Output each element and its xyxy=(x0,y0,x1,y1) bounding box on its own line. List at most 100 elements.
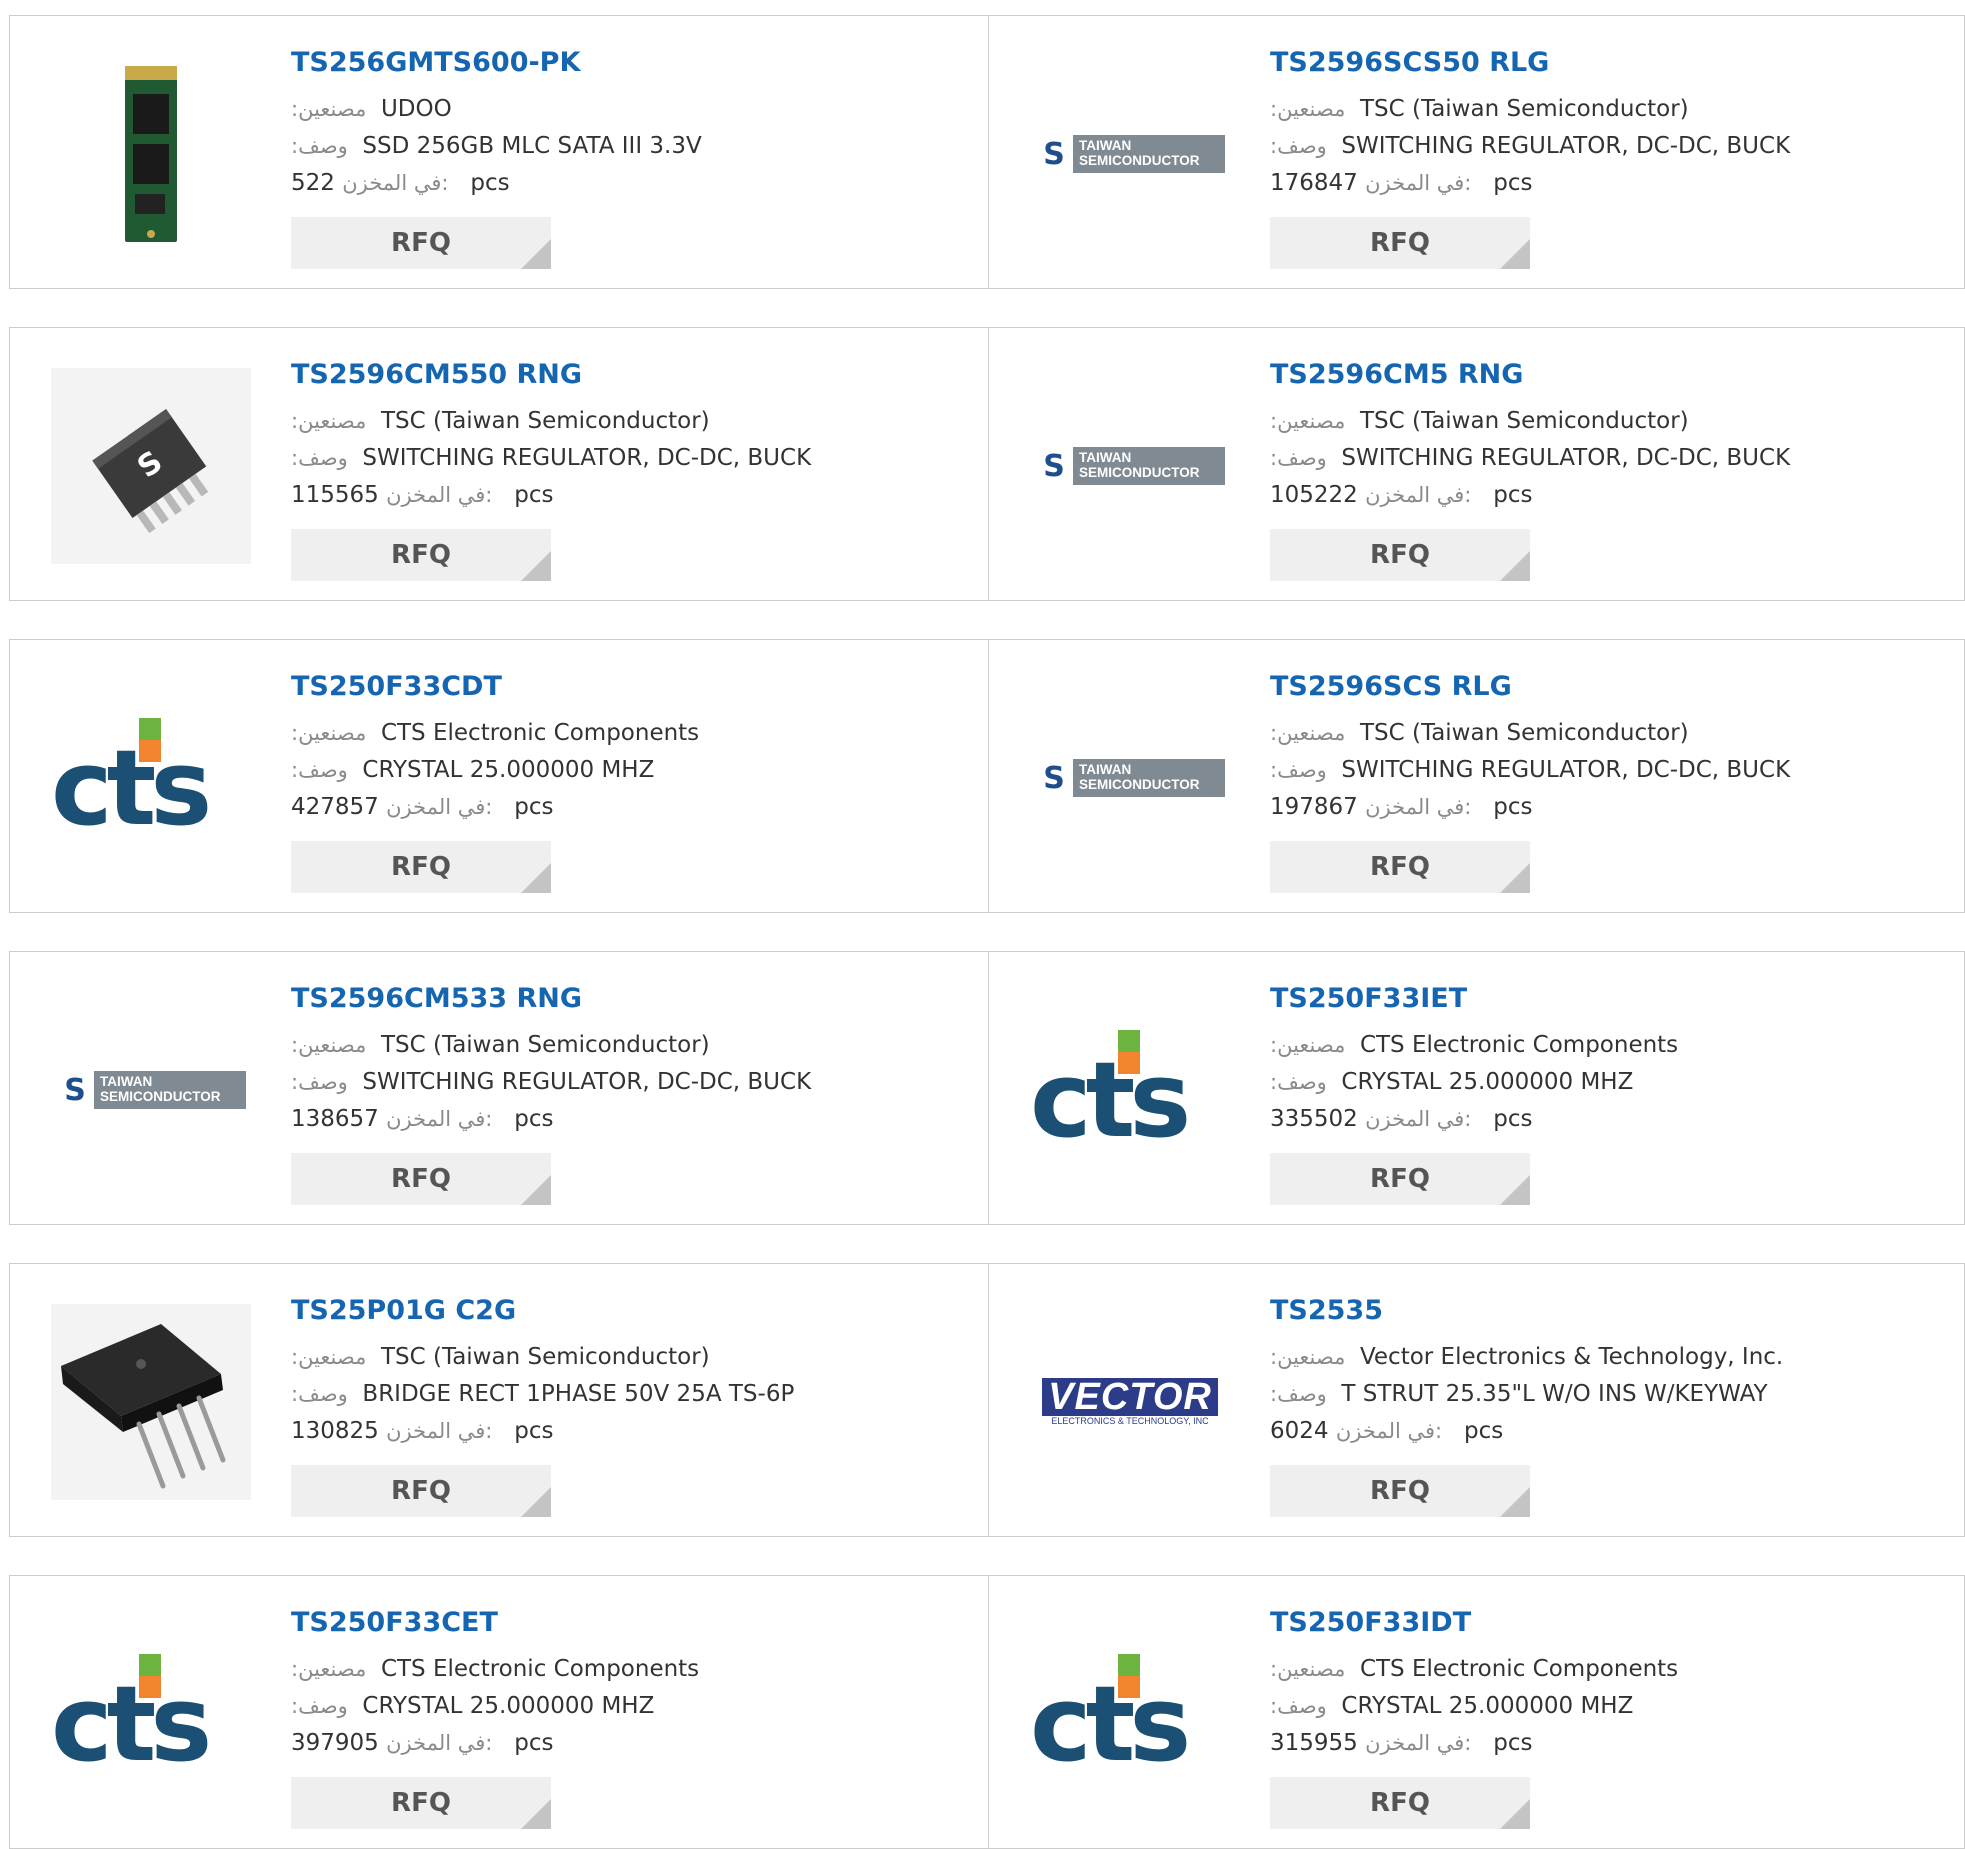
part-number-link[interactable]: TS2535 xyxy=(1270,1294,1930,1328)
stock-label: في المخزن: xyxy=(1365,171,1472,195)
manufacturer-label: :مصنعين xyxy=(1270,1033,1346,1057)
part-number-link[interactable]: TS2596SCS50 RLG xyxy=(1270,46,1930,80)
product-info: TS250F33CET :مصنعين CTS Electronic Compo… xyxy=(291,1606,951,1762)
product-card: S TAIWAN SEMICONDUCTOR TS2596SCS RLG :مصن… xyxy=(988,640,1965,912)
part-number-link[interactable]: TS250F33CDT xyxy=(291,670,951,704)
product-row: TS25P01G C2G :مصنعين TSC (Taiwan Semicon… xyxy=(9,1263,1965,1537)
manufacturer-row: :مصنعين CTS Electronic Components xyxy=(291,715,951,752)
corner-triangle-icon xyxy=(521,551,551,581)
description-label: :وصف xyxy=(1270,446,1327,470)
manufacturer-value: CTS Electronic Components xyxy=(380,1656,700,1682)
cts-logo: cts xyxy=(1030,1030,1230,1152)
corner-triangle-icon xyxy=(521,863,551,893)
part-number-link[interactable]: TS2596CM5 RNG xyxy=(1270,358,1930,392)
manufacturer-value: Vector Electronics & Technology, Inc. xyxy=(1359,1344,1784,1370)
stock-label: في المخزن: xyxy=(1365,1731,1472,1755)
stock-label: في المخزن: xyxy=(1335,1419,1443,1443)
corner-triangle-icon xyxy=(1500,1799,1530,1829)
part-number-link[interactable]: TS250F33CET xyxy=(291,1606,951,1640)
manufacturer-label: :مصنعين xyxy=(291,1033,367,1057)
part-number-link[interactable]: TS25P01G C2G xyxy=(291,1294,951,1328)
product-info: TS256GMTS600-PK :مصنعين UDOO :وصف SSD 25… xyxy=(291,46,951,202)
manufacturer-value: CTS Electronic Components xyxy=(380,720,700,746)
stock-row: 522 في المخزن: pcs xyxy=(291,165,951,202)
rfq-button[interactable]: RFQ xyxy=(291,841,551,893)
description-label: :وصف xyxy=(1270,134,1327,158)
stock-label: في المخزن: xyxy=(386,795,493,819)
ts-mark-glyph: S xyxy=(1043,760,1065,796)
cts-logo: cts xyxy=(51,1654,251,1776)
cts-logo: cts xyxy=(1030,1654,1230,1776)
manufacturer-row: :مصنعين TSC (Taiwan Semiconductor) xyxy=(1270,715,1930,752)
rfq-button[interactable]: RFQ xyxy=(1270,1153,1530,1205)
part-number-link[interactable]: TS2596SCS RLG xyxy=(1270,670,1930,704)
ssd-image xyxy=(125,66,177,242)
product-card: TS256GMTS600-PK :مصنعين UDOO :وصف SSD 25… xyxy=(10,16,988,288)
part-number-link[interactable]: TS250F33IDT xyxy=(1270,1606,1930,1640)
manufacturer-value: TSC (Taiwan Semiconductor) xyxy=(1359,720,1689,746)
description-row: :وصف CRYSTAL 25.000000 MHZ xyxy=(291,1688,951,1725)
description-value: T STRUT 25.35"L W/O INS W/KEYWAY xyxy=(1341,1381,1768,1407)
taiwan-semiconductor-logo: S TAIWAN SEMICONDUCTOR xyxy=(56,1071,246,1109)
product-image[interactable] xyxy=(51,1304,251,1500)
stock-label: في المخزن: xyxy=(386,483,493,507)
manufacturer-label: :مصنعين xyxy=(291,1345,367,1369)
product-info: TS250F33IDT :مصنعين CTS Electronic Compo… xyxy=(1270,1606,1930,1762)
rfq-label: RFQ xyxy=(1370,540,1430,570)
manufacturer-label: :مصنعين xyxy=(291,409,367,433)
description-row: :وصف SSD 256GB MLC SATA III 3.3V xyxy=(291,128,951,165)
product-image[interactable]: cts xyxy=(51,1616,251,1812)
rfq-button[interactable]: RFQ xyxy=(1270,1465,1530,1517)
part-number-link[interactable]: TS256GMTS600-PK xyxy=(291,46,951,80)
product-image[interactable]: cts xyxy=(1030,992,1230,1188)
rfq-button[interactable]: RFQ xyxy=(1270,1777,1530,1829)
manufacturer-label: :مصنعين xyxy=(1270,1657,1346,1681)
stock-value: 130825 xyxy=(291,1418,379,1444)
product-card: cts TS250F33IDT :مصنعين CTS Electronic C… xyxy=(988,1576,1965,1848)
product-image[interactable]: VECTOR ELECTRONICS & TECHNOLOGY, INC xyxy=(1030,1304,1230,1500)
rfq-button[interactable]: RFQ xyxy=(291,1777,551,1829)
manufacturer-label: :مصنعين xyxy=(291,1657,367,1681)
product-image[interactable]: S TAIWAN SEMICONDUCTOR xyxy=(1030,368,1230,564)
corner-triangle-icon xyxy=(521,1175,551,1205)
manufacturer-row: :مصنعين UDOO xyxy=(291,91,951,128)
product-card: S TS2596CM550 RNG :مصنعين TSC (Taiwan Se… xyxy=(10,328,988,600)
rfq-button[interactable]: RFQ xyxy=(1270,217,1530,269)
rfq-button[interactable]: RFQ xyxy=(291,217,551,269)
rfq-button[interactable]: RFQ xyxy=(291,1465,551,1517)
description-label: :وصف xyxy=(1270,1694,1327,1718)
corner-triangle-icon xyxy=(521,239,551,269)
product-card: cts TS250F33CET :مصنعين CTS Electronic C… xyxy=(10,1576,988,1848)
description-value: CRYSTAL 25.000000 MHZ xyxy=(1341,1069,1634,1095)
product-image[interactable]: cts xyxy=(1030,1616,1230,1812)
rfq-button[interactable]: RFQ xyxy=(291,1153,551,1205)
manufacturer-value: CTS Electronic Components xyxy=(1359,1656,1679,1682)
product-info: TS2596SCS50 RLG :مصنعين TSC (Taiwan Semi… xyxy=(1270,46,1930,202)
stock-unit: pcs xyxy=(514,1106,554,1132)
manufacturer-value: TSC (Taiwan Semiconductor) xyxy=(1359,408,1689,434)
part-number-link[interactable]: TS2596CM550 RNG xyxy=(291,358,951,392)
part-number-link[interactable]: TS250F33IET xyxy=(1270,982,1930,1016)
rfq-button[interactable]: RFQ xyxy=(1270,841,1530,893)
manufacturer-value: TSC (Taiwan Semiconductor) xyxy=(380,1032,710,1058)
manufacturer-label: :مصنعين xyxy=(1270,409,1346,433)
description-row: :وصف CRYSTAL 25.000000 MHZ xyxy=(1270,1064,1930,1101)
description-row: :وصف SWITCHING REGULATOR, DC-DC, BUCK xyxy=(1270,752,1930,789)
product-image[interactable]: S TAIWAN SEMICONDUCTOR xyxy=(1030,680,1230,876)
product-image[interactable] xyxy=(51,56,251,252)
cts-logo: cts xyxy=(51,718,251,840)
product-image[interactable]: cts xyxy=(51,680,251,876)
rfq-button[interactable]: RFQ xyxy=(1270,529,1530,581)
stock-value: 335502 xyxy=(1270,1106,1358,1132)
product-image[interactable]: S TAIWAN SEMICONDUCTOR xyxy=(51,992,251,1188)
part-number-link[interactable]: TS2596CM533 RNG xyxy=(291,982,951,1016)
product-image[interactable]: S xyxy=(51,368,251,564)
stock-unit: pcs xyxy=(1493,1730,1533,1756)
product-card: TS25P01G C2G :مصنعين TSC (Taiwan Semicon… xyxy=(10,1264,988,1536)
product-info: TS2535 :مصنعين Vector Electronics & Tech… xyxy=(1270,1294,1930,1450)
rfq-button[interactable]: RFQ xyxy=(291,529,551,581)
stock-unit: pcs xyxy=(1493,482,1533,508)
description-row: :وصف CRYSTAL 25.000000 MHZ xyxy=(291,752,951,789)
product-image[interactable]: S TAIWAN SEMICONDUCTOR xyxy=(1030,56,1230,252)
rfq-label: RFQ xyxy=(391,1164,451,1194)
